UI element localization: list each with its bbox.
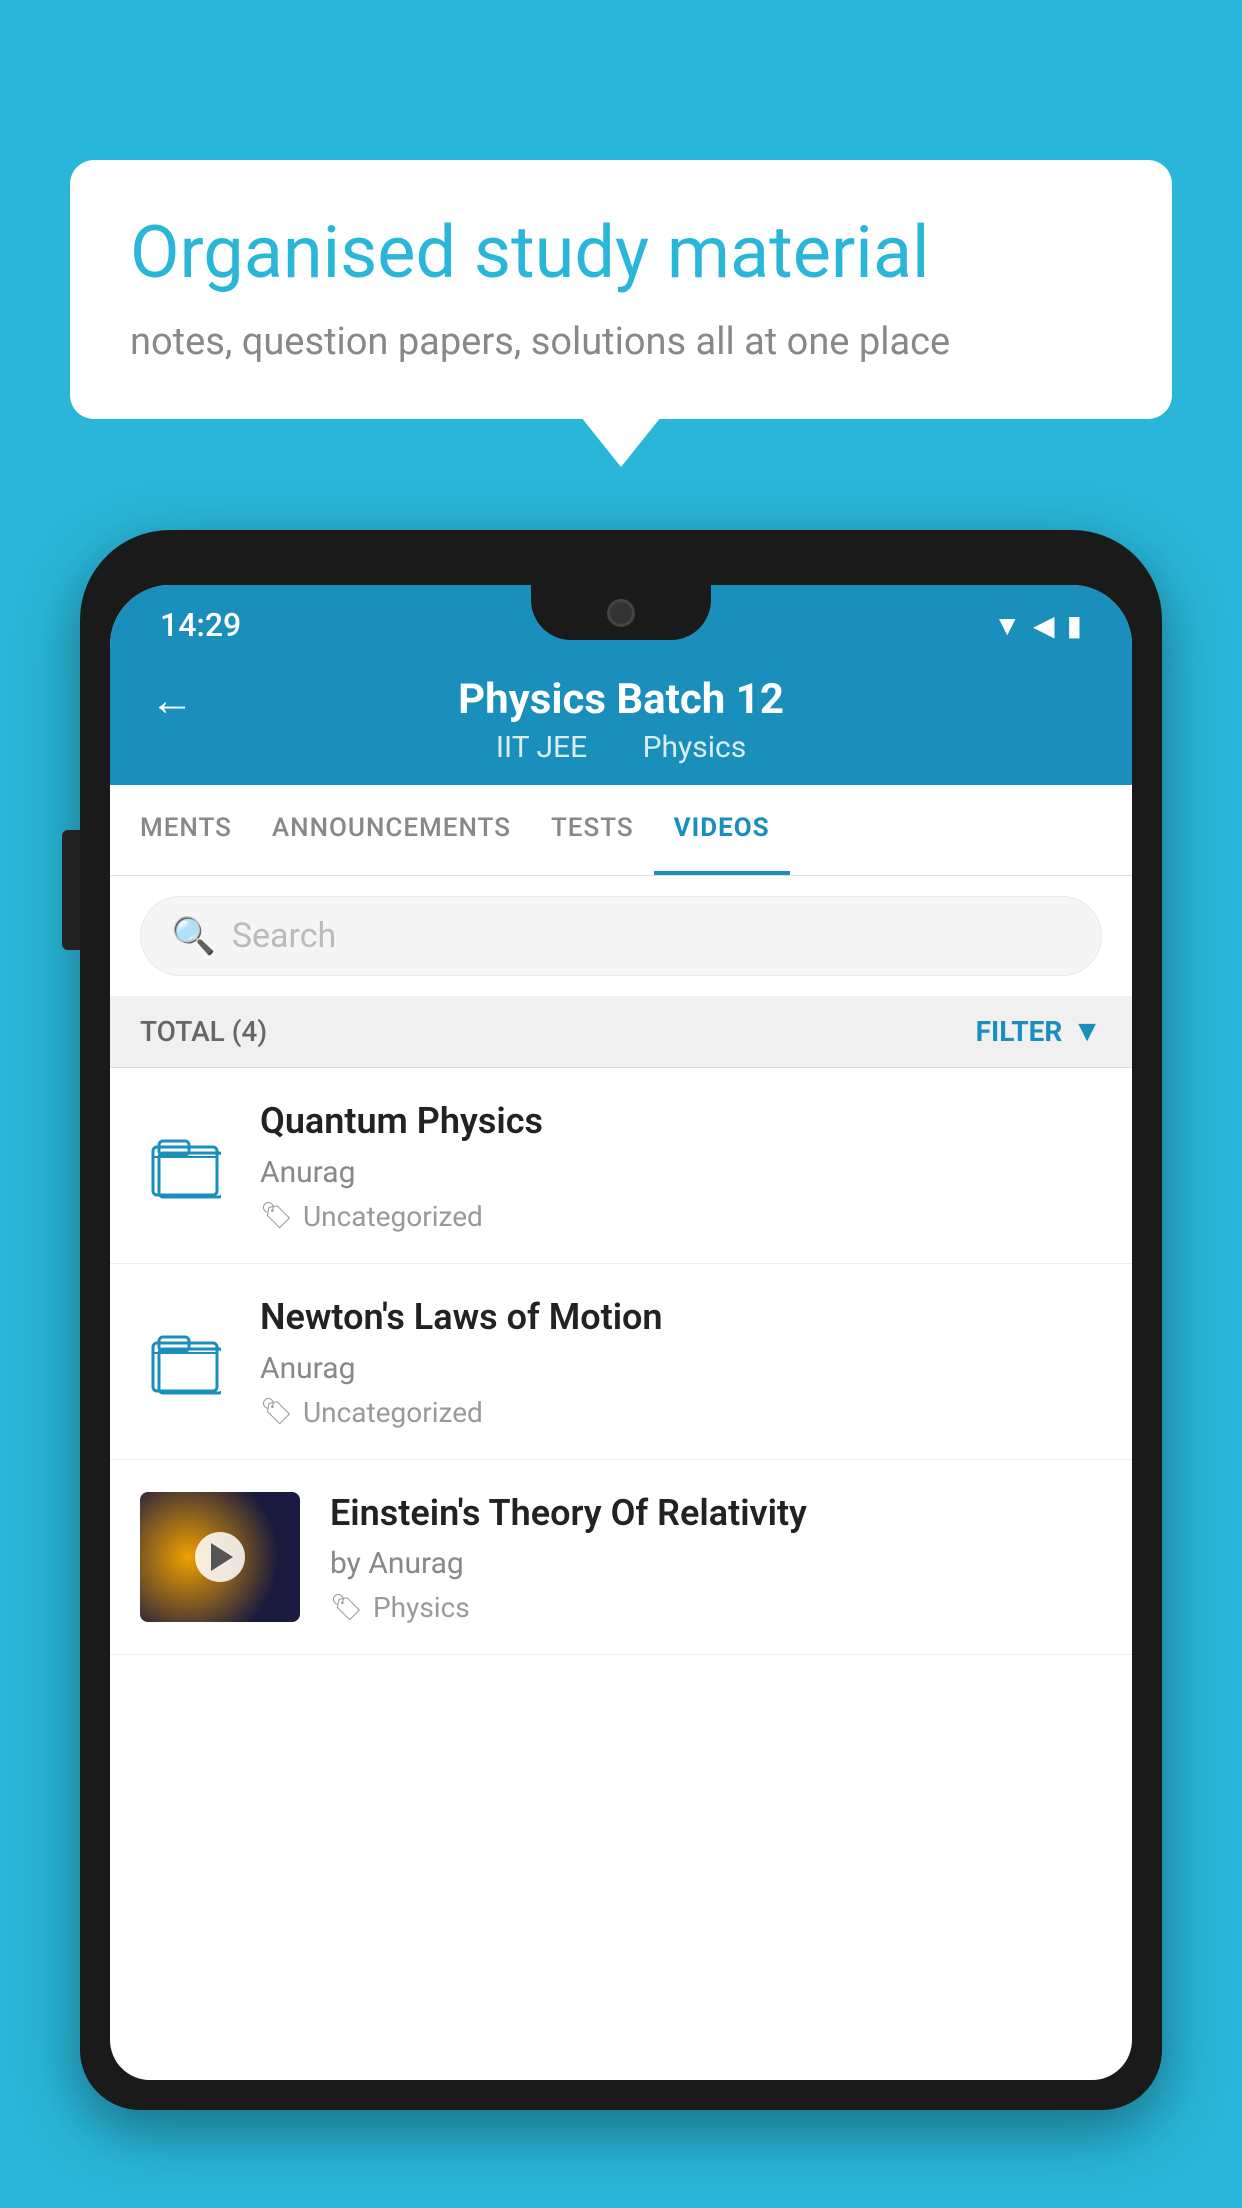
tag-label: Uncategorized xyxy=(303,1396,483,1429)
video-author: by Anurag xyxy=(330,1546,1102,1581)
video-title: Newton's Laws of Motion xyxy=(260,1294,1102,1341)
tab-tests[interactable]: TESTS xyxy=(531,785,654,875)
video-list: Quantum Physics Anurag 🏷 Uncategorized xyxy=(110,1068,1132,1655)
tag-icon: 🏷 xyxy=(260,1201,293,1231)
list-item[interactable]: Einstein's Theory Of Relativity by Anura… xyxy=(110,1460,1132,1656)
phone-screen: 14:29 ▼ ◀ ▮ ← Physics Batch 12 IIT JEE P… xyxy=(110,585,1132,2080)
list-item[interactable]: Quantum Physics Anurag 🏷 Uncategorized xyxy=(110,1068,1132,1264)
filter-bar: TOTAL (4) FILTER ▼ xyxy=(110,996,1132,1068)
video-info: Quantum Physics Anurag 🏷 Uncategorized xyxy=(260,1098,1102,1233)
tag-icon: 🏷 xyxy=(330,1593,363,1623)
video-info: Newton's Laws of Motion Anurag 🏷 Uncateg… xyxy=(260,1294,1102,1429)
filter-button[interactable]: FILTER ▼ xyxy=(976,1014,1102,1049)
header-subtitle-iit: IIT JEE xyxy=(496,730,587,765)
video-thumbnail xyxy=(140,1492,300,1622)
folder-icon xyxy=(149,1131,221,1199)
folder-icon xyxy=(149,1327,221,1395)
video-tag: 🏷 Physics xyxy=(330,1591,1102,1624)
phone-frame: 14:29 ▼ ◀ ▮ ← Physics Batch 12 IIT JEE P… xyxy=(80,530,1162,2110)
filter-icon: ▼ xyxy=(1072,1014,1102,1049)
folder-icon-wrapper xyxy=(140,1311,230,1411)
header-title: Physics Batch 12 xyxy=(458,675,784,724)
status-time: 14:29 xyxy=(160,606,241,644)
tag-label: Physics xyxy=(373,1591,470,1624)
folder-icon-wrapper xyxy=(140,1115,230,1215)
tab-ments[interactable]: MENTS xyxy=(120,785,252,875)
search-icon: 🔍 xyxy=(171,915,216,957)
play-button[interactable] xyxy=(195,1532,245,1582)
header-row: ← Physics Batch 12 xyxy=(150,675,1092,724)
phone-wrapper: 14:29 ▼ ◀ ▮ ← Physics Batch 12 IIT JEE P… xyxy=(80,530,1162,2208)
speech-bubble: Organised study material notes, question… xyxy=(70,160,1172,419)
back-button[interactable]: ← xyxy=(150,674,194,726)
tabs: MENTS ANNOUNCEMENTS TESTS VIDEOS xyxy=(110,785,1132,876)
tag-label: Uncategorized xyxy=(303,1200,483,1233)
bubble-title: Organised study material xyxy=(130,210,1112,296)
bubble-subtitle: notes, question papers, solutions all at… xyxy=(130,320,1112,364)
video-author: Anurag xyxy=(260,1155,1102,1190)
tag-icon: 🏷 xyxy=(260,1397,293,1427)
play-icon xyxy=(211,1543,233,1571)
signal-icon: ◀ xyxy=(1033,609,1055,642)
notch xyxy=(531,585,711,640)
video-title: Quantum Physics xyxy=(260,1098,1102,1145)
battery-icon: ▮ xyxy=(1067,609,1082,642)
speech-bubble-container: Organised study material notes, question… xyxy=(70,160,1172,419)
search-container: 🔍 Search xyxy=(110,876,1132,996)
tab-announcements[interactable]: ANNOUNCEMENTS xyxy=(252,785,531,875)
tab-videos[interactable]: VIDEOS xyxy=(654,785,790,875)
list-item[interactable]: Newton's Laws of Motion Anurag 🏷 Uncateg… xyxy=(110,1264,1132,1460)
video-author: Anurag xyxy=(260,1351,1102,1386)
wifi-icon: ▼ xyxy=(993,609,1021,642)
video-tag: 🏷 Uncategorized xyxy=(260,1200,1102,1233)
app-header: ← Physics Batch 12 IIT JEE Physics xyxy=(110,655,1132,785)
header-subtitle: IIT JEE Physics xyxy=(484,730,758,765)
thumbnail-bg xyxy=(140,1492,300,1622)
search-bar[interactable]: 🔍 Search xyxy=(140,896,1102,976)
video-title: Einstein's Theory Of Relativity xyxy=(330,1490,1102,1537)
camera xyxy=(607,599,635,627)
total-count: TOTAL (4) xyxy=(140,1015,267,1048)
search-placeholder: Search xyxy=(232,916,336,956)
status-icons: ▼ ◀ ▮ xyxy=(993,609,1082,642)
video-info: Einstein's Theory Of Relativity by Anura… xyxy=(330,1490,1102,1625)
video-tag: 🏷 Uncategorized xyxy=(260,1396,1102,1429)
header-subtitle-physics: Physics xyxy=(643,730,747,765)
filter-label: FILTER xyxy=(976,1015,1063,1048)
